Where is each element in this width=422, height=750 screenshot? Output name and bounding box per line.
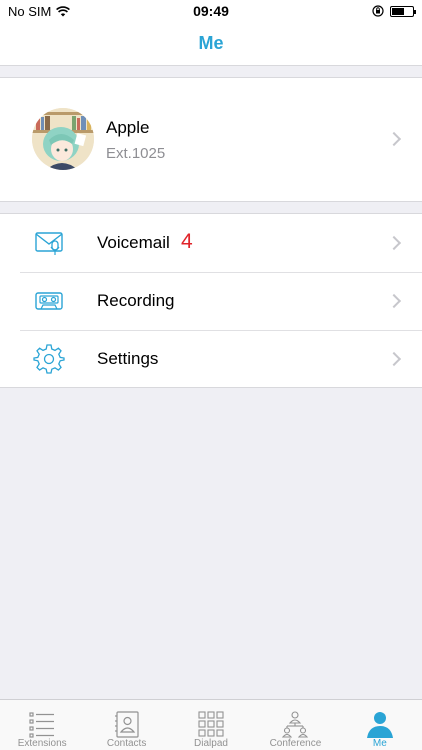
recording-icon: [35, 292, 63, 310]
tab-bar: Extensions Contacts Dialpad Conference M…: [0, 699, 422, 750]
navigation-bar: Me: [0, 22, 422, 66]
wifi-icon: [56, 5, 71, 16]
tab-label: Dialpad: [194, 738, 228, 749]
tab-extensions[interactable]: Extensions: [0, 700, 84, 750]
menu-item-label: Recording: [97, 291, 175, 310]
voicemail-icon: [35, 232, 63, 255]
tab-label: Conference: [269, 738, 322, 749]
menu-item-settings[interactable]: Settings: [0, 330, 422, 388]
battery-icon: [390, 5, 416, 17]
menu-list: Voicemail 4 Recording Settings: [0, 213, 422, 388]
gear-icon: [33, 344, 65, 374]
chevron-right-icon: [386, 293, 402, 309]
voicemail-count-badge: 4: [181, 230, 193, 253]
chevron-right-icon: [386, 351, 402, 367]
tab-dialpad[interactable]: Dialpad: [169, 700, 253, 750]
profile-extension: Ext.1025: [106, 145, 166, 162]
anime-character-avatar: [32, 108, 94, 170]
contacts-book-icon: [114, 711, 139, 738]
person-icon: [366, 712, 393, 738]
carrier-label: No SIM: [8, 3, 52, 19]
dialpad-icon: [198, 711, 224, 737]
chevron-right-icon: [386, 131, 402, 147]
rotation-lock-icon: [372, 5, 384, 17]
menu-item-label: Settings: [97, 349, 159, 368]
conference-icon: [282, 711, 309, 738]
profile-name: Apple: [106, 118, 150, 137]
menu-item-label: Voicemail: [97, 233, 170, 252]
page-title: Me: [198, 33, 224, 53]
menu-item-voicemail[interactable]: Voicemail 4: [0, 214, 422, 272]
tab-me[interactable]: Me: [338, 700, 422, 750]
chevron-right-icon: [386, 235, 402, 251]
tab-label: Extensions: [17, 738, 67, 749]
menu-item-recording[interactable]: Recording: [0, 272, 422, 330]
avatar: [32, 108, 94, 170]
tab-label: Contacts: [106, 738, 147, 749]
tab-label: Me: [372, 738, 387, 749]
profile-card[interactable]: Apple Ext.1025: [0, 77, 422, 202]
tab-conference[interactable]: Conference: [253, 700, 337, 750]
tab-contacts[interactable]: Contacts: [84, 700, 168, 750]
status-bar: No SIM 09:49: [0, 0, 422, 22]
list-icon: [29, 712, 55, 738]
